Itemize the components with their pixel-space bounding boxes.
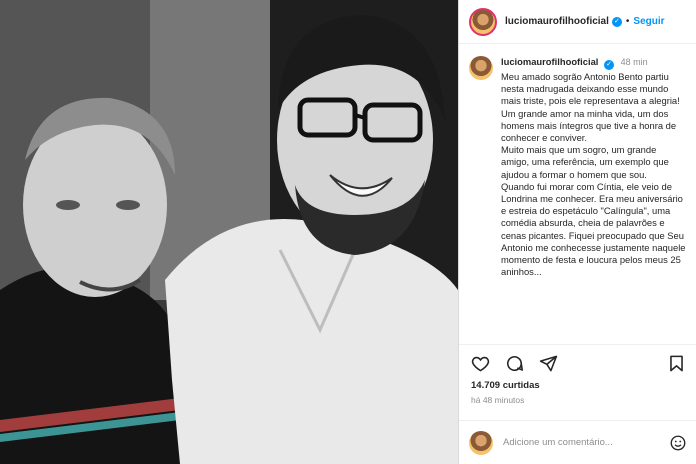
post-header: luciomaurofilhooficial ✓ • Seguir	[459, 0, 696, 44]
comment-input[interactable]	[503, 437, 663, 448]
author-avatar[interactable]	[469, 7, 497, 36]
comment-bubble-icon[interactable]	[503, 353, 525, 375]
caption-head: luciomaurofilhooficial ✓ 48 min	[501, 56, 686, 70]
caption-paragraph: Quando fui morar com Cíntia, ele veio de…	[501, 180, 686, 278]
verified-badge-icon: ✓	[611, 16, 622, 27]
caption-section: luciomaurofilhooficial ✓ 48 min Meu amad…	[459, 44, 696, 344]
post-photo	[0, 0, 458, 464]
caption-body: luciomaurofilhooficial ✓ 48 min Meu amad…	[501, 56, 686, 344]
post-time-ago: há 48 minutos	[471, 395, 525, 405]
separator-dot: •	[625, 16, 630, 27]
caption-paragraph: Meu amado sogrão Antonio Bento partiu ne…	[501, 71, 680, 107]
smiley-icon[interactable]	[669, 434, 687, 452]
caption-username[interactable]: luciomaurofilhooficial	[501, 56, 598, 67]
caption-avatar[interactable]	[469, 56, 493, 80]
heart-icon[interactable]	[469, 353, 491, 375]
caption-time: 48 min	[620, 57, 648, 67]
author-username[interactable]: luciomaurofilhooficial	[505, 16, 609, 27]
caption-paragraph: Um grande amor na minha vida, um dos hom…	[501, 107, 677, 144]
bookmark-icon[interactable]	[665, 353, 687, 375]
post-panel: luciomaurofilhooficial ✓ • Seguir luciom…	[458, 0, 696, 464]
caption-paragraph: Muito mais que um sogro, um grande amigo…	[501, 144, 669, 180]
likes-count[interactable]: 14.709 curtidas	[471, 380, 540, 391]
caption-verified-badge-icon: ✓	[604, 60, 615, 70]
comment-bar	[459, 420, 696, 464]
action-bar	[459, 344, 696, 382]
photo-illustration	[0, 0, 458, 464]
follow-button[interactable]: Seguir	[633, 16, 664, 27]
viewer-avatar	[469, 430, 493, 455]
paper-plane-icon[interactable]	[537, 353, 559, 375]
